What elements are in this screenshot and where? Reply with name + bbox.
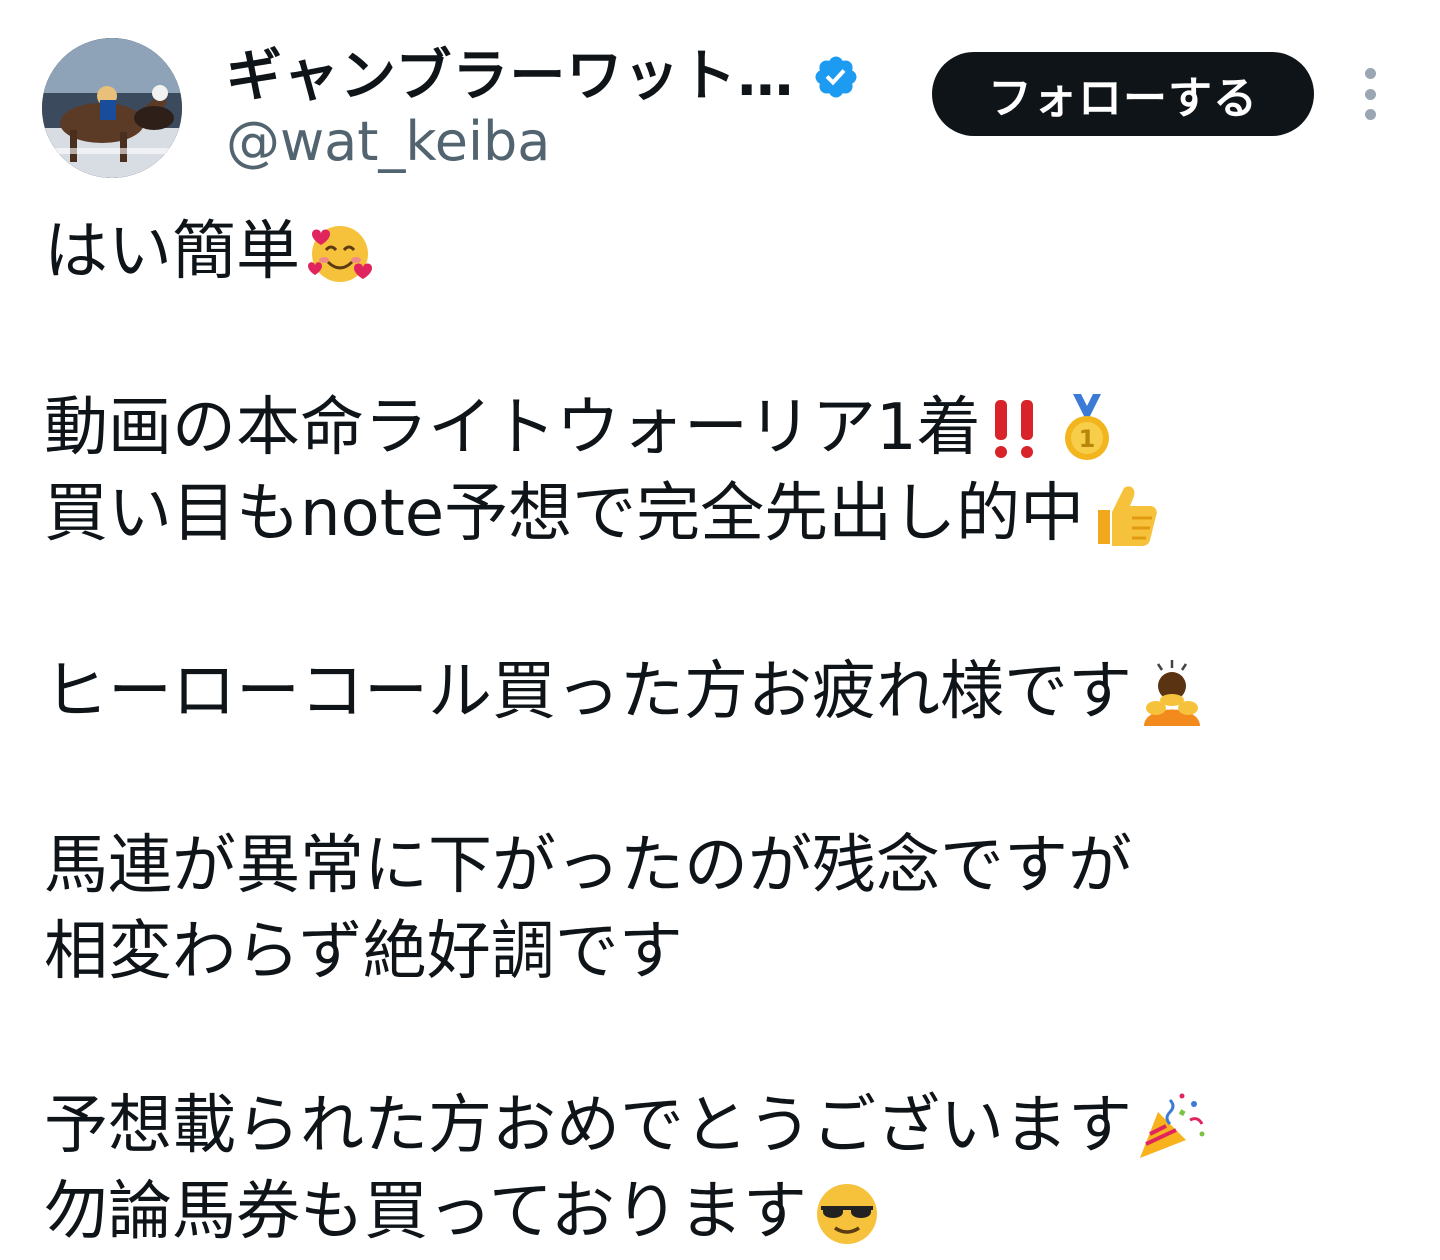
tweet-line: 買い目もnote予想で完全先出し的中 xyxy=(44,474,1160,554)
double-exclamation-icon xyxy=(985,392,1047,464)
horse-racing-photo-avatar xyxy=(42,38,182,178)
tweet-line: はい簡単 xyxy=(44,212,376,292)
tweet-line: ヒーローコール買った方お疲れ様です xyxy=(44,652,1208,732)
first-place-medal-icon: 1 xyxy=(1051,392,1123,464)
tweet-line: 相変わらず絶好調です xyxy=(44,915,683,989)
follow-button[interactable]: フォローする xyxy=(932,52,1314,136)
svg-text:1: 1 xyxy=(1078,425,1095,453)
person-bowing-icon xyxy=(1136,656,1208,728)
more-vertical-icon[interactable] xyxy=(1350,68,1390,120)
tweet-line: 勿論馬券も買っております xyxy=(44,1172,883,1252)
author-handle[interactable]: @wat_keiba xyxy=(226,112,550,172)
verified-badge-icon xyxy=(815,56,857,98)
party-popper-icon xyxy=(1136,1090,1208,1162)
author-name-row: ギャンブラーワット… xyxy=(226,42,860,112)
display-name[interactable]: ギャンブラーワット… xyxy=(226,49,794,105)
tweet-line: 予想載られた方おめでとうございます xyxy=(44,1086,1208,1166)
sunglasses-face-icon xyxy=(811,1176,883,1248)
tweet-line: 動画の本命ライトウォーリア1着 1 xyxy=(44,388,1123,468)
tweet-line: 馬連が異常に下がったのが残念ですが xyxy=(44,829,1132,903)
smiling-face-with-hearts-icon xyxy=(304,216,376,288)
thumbs-up-icon xyxy=(1088,478,1160,550)
avatar[interactable] xyxy=(42,38,182,178)
